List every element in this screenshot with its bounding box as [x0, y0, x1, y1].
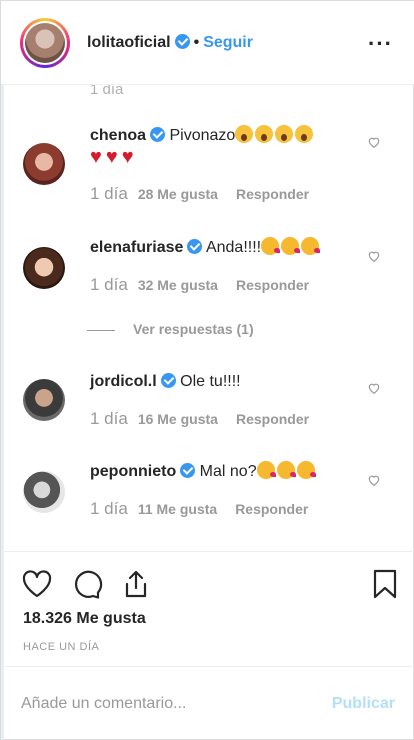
comment-text: Ole tu!!!!	[180, 373, 241, 390]
header-username[interactable]: lolitaoficial	[87, 34, 171, 51]
comment-likes[interactable]: 16 Me gusta	[138, 411, 218, 427]
face-screaming-icon	[255, 125, 274, 143]
more-options-icon[interactable]: ···	[368, 31, 393, 57]
replies-line	[87, 329, 115, 331]
red-heart-icon: ♥	[105, 146, 118, 168]
comment-username[interactable]: peponnieto	[90, 463, 176, 480]
face-screaming-icon	[235, 125, 254, 143]
comments-list[interactable]: 1 día chenoa Pivonazo ♥ ♥ ♥ 1 día 28 Me gus…	[1, 85, 414, 551]
comment-username[interactable]: elenafuriase	[90, 239, 183, 256]
comment-time[interactable]: 1 día	[90, 275, 128, 294]
avatar[interactable]	[23, 379, 65, 421]
comment-meta: 1 día 16 Me gusta Responder	[90, 409, 350, 429]
heart-icon[interactable]	[21, 568, 53, 600]
face-screaming-icon	[275, 125, 294, 143]
verified-icon	[150, 127, 166, 142]
reply-button[interactable]: Responder	[235, 501, 308, 517]
comment-time[interactable]: 1 día	[90, 499, 128, 518]
comment-likes[interactable]: 28 Me gusta	[138, 186, 218, 202]
verified-icon	[174, 34, 190, 49]
comment-likes[interactable]: 11 Me gusta	[138, 501, 217, 517]
reply-button[interactable]: Responder	[236, 277, 309, 293]
face-kiss-icon	[281, 237, 301, 255]
view-replies-label: Ver respuestas (1)	[133, 321, 254, 337]
red-heart-icon: ♥	[90, 146, 102, 168]
face-screaming-icon	[295, 125, 314, 143]
verified-icon	[187, 239, 203, 254]
face-kiss-icon	[261, 237, 281, 255]
post-panel: lolitaoficial • Seguir ··· 1 día chenoa Pi…	[0, 0, 414, 740]
red-heart-icon: ♥	[121, 146, 134, 168]
add-comment-bar: Publicar	[1, 666, 414, 740]
face-kiss-icon	[256, 461, 276, 479]
comment-line: chenoa Pivonazo	[90, 125, 350, 147]
comment-meta: 1 día 11 Me gusta Responder	[90, 499, 350, 519]
reply-button[interactable]: Responder	[236, 411, 309, 427]
comment-line: elenafuriase Anda!!!!	[90, 237, 350, 259]
like-comment-icon[interactable]	[367, 381, 381, 395]
comment-username[interactable]: chenoa	[90, 127, 146, 144]
comment-input[interactable]	[21, 691, 311, 717]
comment-likes[interactable]: 32 Me gusta	[138, 277, 218, 293]
verified-icon	[160, 373, 176, 388]
face-kiss-icon	[296, 461, 316, 479]
follow-button[interactable]: Seguir	[203, 34, 253, 51]
comment-time[interactable]: 1 día	[90, 409, 128, 428]
comment-text: Mal no?	[199, 463, 257, 480]
comment-text: Anda!!!!	[205, 239, 262, 256]
face-kiss-icon	[276, 461, 296, 479]
like-comment-icon[interactable]	[367, 249, 381, 263]
comment-time[interactable]: 1 día	[90, 184, 128, 203]
cut-off-timestamp: 1 día	[90, 85, 124, 98]
verified-icon	[180, 463, 196, 478]
post-header: lolitaoficial • Seguir ···	[1, 1, 414, 85]
post-actions: 18.326 Me gusta HACE UN DÍA	[1, 551, 414, 666]
comment-line: peponnieto Mal no?	[90, 461, 350, 483]
post-likes-count[interactable]: 18.326 Me gusta	[23, 610, 146, 628]
share-icon[interactable]	[120, 568, 152, 600]
like-comment-icon[interactable]	[367, 135, 381, 149]
avatar[interactable]	[23, 247, 65, 289]
comment-username[interactable]: jordicol.l	[90, 373, 157, 390]
separator-dot: •	[193, 34, 200, 51]
comment-meta: 1 día 28 Me gusta Responder	[90, 184, 350, 204]
view-replies-button[interactable]: Ver respuestas (1)	[87, 321, 254, 337]
like-comment-icon[interactable]	[367, 473, 381, 487]
comment-line-2: ♥ ♥ ♥	[90, 147, 350, 170]
comment-text: Pivonazo	[169, 127, 236, 144]
bookmark-icon[interactable]	[369, 568, 401, 600]
publish-button[interactable]: Publicar	[332, 695, 395, 713]
face-kiss-icon	[301, 237, 321, 255]
header-username-row: lolitaoficial • Seguir	[87, 34, 253, 52]
comment-meta: 1 día 32 Me gusta Responder	[90, 275, 350, 295]
avatar[interactable]	[23, 471, 65, 513]
avatar[interactable]	[23, 143, 65, 185]
reply-button[interactable]: Responder	[236, 186, 309, 202]
post-timestamp[interactable]: HACE UN DÍA	[23, 641, 99, 653]
profile-avatar[interactable]	[20, 18, 70, 68]
comment-line: jordicol.l Ole tu!!!!	[90, 371, 350, 393]
comment-icon[interactable]	[71, 568, 103, 600]
